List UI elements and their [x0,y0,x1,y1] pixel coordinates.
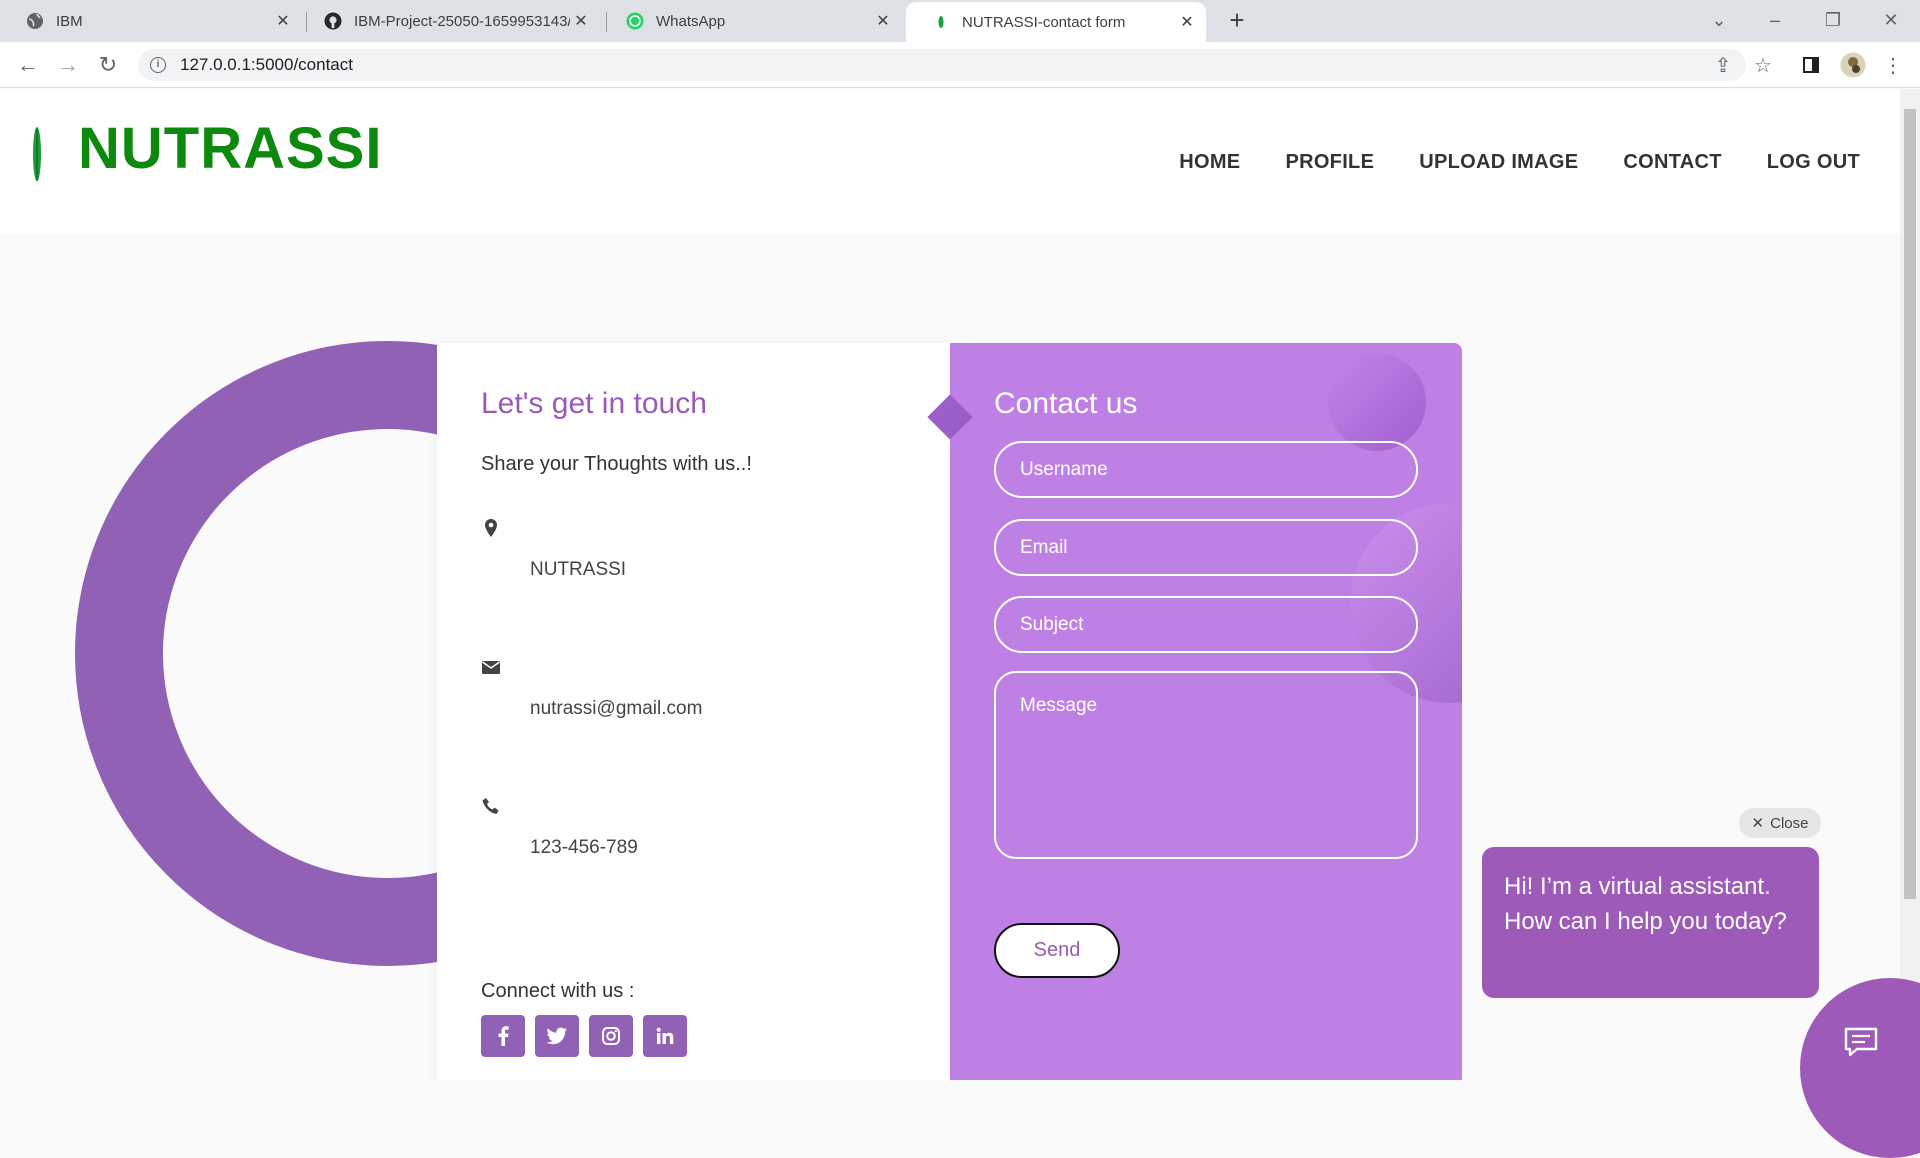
address-text: NUTRASSI [530,559,627,580]
scrollbar-thumb[interactable] [1904,109,1916,899]
info-icon[interactable]: i [150,57,166,73]
nav-profile[interactable]: PROFILE [1285,151,1374,174]
menu-icon[interactable]: ⋮ [1878,50,1908,80]
restore-button[interactable]: ❐ [1810,0,1856,40]
close-icon: ✕ [1751,815,1765,832]
close-icon[interactable]: ✕ [1176,12,1198,32]
reload-icon[interactable]: ↻ [92,50,124,80]
nav-contact[interactable]: CONTACT [1623,151,1721,174]
phone-text[interactable]: 123-456-789 [530,837,638,859]
chat-icon[interactable] [1843,1026,1879,1058]
envelope-icon [482,661,500,674]
email-text[interactable]: nutrassi@gmail.com [530,698,702,720]
star-icon[interactable]: ☆ [1748,50,1778,80]
decorative-circle [1328,353,1426,451]
vertical-scrollbar[interactable] [1900,89,1920,1080]
close-window-button[interactable]: ✕ [1868,0,1914,40]
nav-log-out[interactable]: LOG OUT [1767,151,1860,174]
back-arrow-icon[interactable]: ← [12,50,44,80]
subject-input[interactable] [994,596,1418,653]
instagram-icon[interactable] [589,1015,633,1057]
linkedin-icon[interactable] [643,1015,687,1057]
forward-arrow-icon[interactable]: → [52,50,84,80]
site-header: NUTRASSI HOME PROFILE UPLOAD IMAGE CONTA… [0,89,1900,234]
username-input[interactable] [994,441,1418,498]
browser-tab-bar: IBM ✕ IBM-Project-25050-1659953143/ ✕ Wh… [0,0,1920,42]
brand-title[interactable]: NUTRASSI [78,115,382,182]
browser-tab-github[interactable]: IBM-Project-25050-1659953143/ ✕ [298,0,600,42]
contact-form-title: Contact us [994,387,1138,420]
twitter-icon[interactable] [535,1015,579,1057]
tab-label: IBM [56,12,83,30]
whatsapp-icon [626,12,644,30]
minimize-button[interactable]: – [1752,0,1798,40]
browser-tab-ibm[interactable]: IBM ✕ [0,0,302,42]
nav-home[interactable]: HOME [1179,151,1240,174]
email-input[interactable] [994,519,1418,576]
tab-label: IBM-Project-25050-1659953143/ [354,12,570,30]
assistant-message[interactable]: Hi! I’m a virtual assistant. How can I h… [1482,847,1819,998]
leaf-icon [932,13,950,31]
browser-toolbar: ← → ↻ i 127.0.0.1:5000/contact ⇪ ☆ ⋮ [0,42,1920,88]
close-icon[interactable]: ✕ [570,11,592,31]
tab-search-icon[interactable]: ⌄ [1696,0,1742,40]
contact-info-title: Let's get in touch [481,387,707,420]
close-icon[interactable]: ✕ [872,11,894,31]
facebook-icon[interactable] [481,1015,525,1057]
share-icon[interactable]: ⇪ [1708,50,1738,80]
new-tab-button[interactable]: + [1222,6,1252,36]
assistant-close-button[interactable]: ✕ Close [1739,808,1821,838]
social-links [481,1015,687,1057]
globe-icon [26,12,44,30]
browser-tab-whatsapp[interactable]: WhatsApp ✕ [600,0,902,42]
contact-form-panel: Contact us Send [950,343,1462,1080]
message-textarea[interactable] [994,671,1418,859]
url-text: 127.0.0.1:5000/contact [180,55,353,74]
leaf-logo-icon [33,127,41,181]
main-nav: HOME PROFILE UPLOAD IMAGE CONTACT LOG OU… [1134,151,1860,174]
connect-label: Connect with us : [481,980,635,1002]
contact-info-panel: Let's get in touch Share your Thoughts w… [437,343,950,1080]
phone-icon [482,798,499,814]
avatar[interactable] [1838,50,1868,80]
github-icon [324,12,342,30]
tab-label: WhatsApp [656,12,726,30]
contact-info-subtitle: Share your Thoughts with us..! [481,453,752,475]
assistant-close-label: Close [1770,814,1809,832]
nav-upload-image[interactable]: UPLOAD IMAGE [1419,151,1578,174]
close-icon[interactable]: ✕ [272,11,294,31]
map-marker-icon [485,519,497,537]
browser-tab-nutrassi[interactable]: NUTRASSI-contact form ✕ [906,2,1206,42]
side-panel-icon[interactable] [1796,50,1826,80]
address-bar[interactable]: i 127.0.0.1:5000/contact [138,49,1746,81]
send-button[interactable]: Send [994,923,1120,978]
tab-label: NUTRASSI-contact form [962,13,1126,31]
